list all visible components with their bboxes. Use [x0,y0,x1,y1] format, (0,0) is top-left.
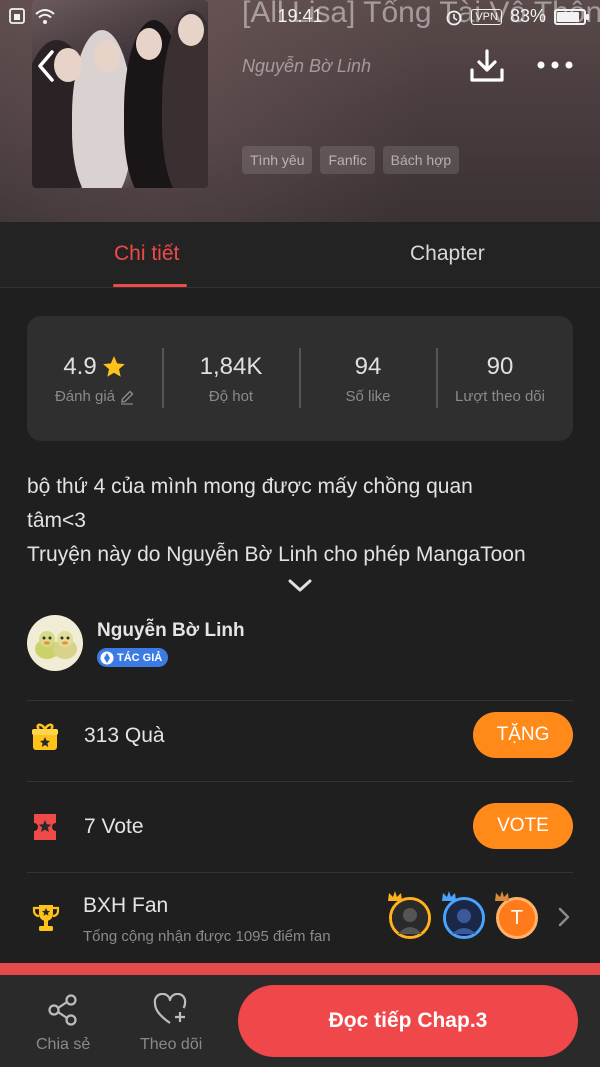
stat-likes: 94 Số like [300,352,436,405]
download-icon [470,49,504,82]
gift-row: 313 Quà TẶNG [27,712,573,760]
gift-icon [32,723,58,750]
trophy-icon [32,905,60,931]
vote-button[interactable]: VOTE [473,803,573,849]
story-description: bộ thứ 4 của mình mong được mấy chồng qu… [27,470,587,572]
give-gift-button[interactable]: TẶNG [473,712,573,758]
story-header: [All Lisa] Tổng Tài Vô Thôn Lấy Vợ!! Ngu… [0,0,600,222]
tab-bar: Chi tiết Chapter [0,222,600,288]
chevron-down-icon [288,579,312,592]
fan-avatar-image [446,900,482,936]
chevron-right-icon [558,907,570,927]
author-badge-icon [100,651,114,664]
stat-hot: 1,84K Độ hot [163,352,299,405]
duck-avatar-icon [35,631,77,659]
stat-value: 1,84K [199,353,263,380]
fan-ranking-subtitle: Tổng cộng nhận được 1095 điểm fan [83,928,331,945]
edit-pencil-icon [121,390,134,405]
stat-label: Độ hot [208,388,254,405]
crown-icon [495,891,509,901]
alarm-icon [446,10,462,25]
fan-avatar[interactable] [443,897,485,939]
status-bar: 19:41 VPN 83% [0,0,600,32]
battery-percent: 83% [509,6,546,26]
author-avatar[interactable] [27,615,83,671]
vote-row: 7 Vote VOTE [27,803,573,851]
stat-label: Lượt theo dõi [455,388,545,405]
continue-reading-button[interactable]: Đọc tiếp Chap.3 [238,985,578,1057]
stat-value: 90 [486,353,514,380]
stat-label: Đánh giá [54,388,116,405]
battery-icon [554,8,589,25]
description-line: Truyện này do Nguyễn Bờ Linh cho phép Ma… [27,543,526,566]
more-options-button[interactable] [536,58,574,77]
divider [27,781,573,782]
tag[interactable]: Bách hợp [382,146,460,174]
expand-description-button[interactable] [288,578,312,599]
gift-count: 313 [84,724,120,747]
fan-ranking-title: BXH Fan [83,894,169,917]
stat-label: Số like [345,388,391,405]
crown-icon [388,891,402,901]
stat-value: 94 [354,353,382,380]
stat-followers: 90 Lượt theo dõi [432,352,568,405]
crown-icon [442,891,456,901]
follow-button[interactable]: Theo dõi [140,992,203,1054]
back-button[interactable] [34,48,58,89]
divider [27,700,573,701]
share-button[interactable]: Chia sẻ [36,993,90,1054]
tag-list: Tình yêu Fanfic Bách hợp [242,146,460,174]
fan-avatar-image [392,900,428,936]
story-author[interactable]: Nguyễn Bờ Linh [242,56,371,77]
fan-avatar[interactable]: T [496,897,538,939]
heart-plus-icon [153,992,187,1024]
stat-rating[interactable]: 4.9 Đánh giá [27,352,163,405]
vote-count: 7 [84,815,96,838]
tag[interactable]: Tình yêu [242,146,313,174]
download-button[interactable] [468,48,506,89]
bottom-accent-strip [0,963,600,975]
badge-label: TÁC GIẢ [117,651,163,664]
share-label: Chia sẻ [36,1036,91,1053]
share-icon [48,994,77,1026]
author-badge: TÁC GIẢ [97,648,169,667]
description-line: tâm<3 [27,509,86,532]
tag[interactable]: Fanfic [320,146,375,174]
gift-label: Quà [124,724,165,747]
more-dots-icon [537,61,573,69]
tab-details[interactable]: Chi tiết [114,242,179,266]
description-line: bộ thứ 4 của mình mong được mấy chồng qu… [27,475,473,498]
vote-ticket-icon [34,814,56,840]
author-name[interactable]: Nguyễn Bờ Linh [97,620,245,642]
fan-avatar[interactable] [389,897,431,939]
stats-card: 4.9 Đánh giá 1,84K Độ hot 94 Số like 90 … [27,316,573,441]
vpn-indicator: VPN [471,8,502,25]
follow-label: Theo dõi [140,1036,203,1053]
chevron-left-icon [38,50,54,82]
rating-value: 4.9 [63,353,97,380]
star-icon [102,356,125,377]
active-tab-indicator [113,284,187,287]
divider [27,872,573,873]
vote-label: Vote [101,815,144,838]
tab-chapter[interactable]: Chapter [410,242,485,266]
bottom-action-bar: Chia sẻ Theo dõi Đọc tiếp Chap.3 [0,975,600,1067]
